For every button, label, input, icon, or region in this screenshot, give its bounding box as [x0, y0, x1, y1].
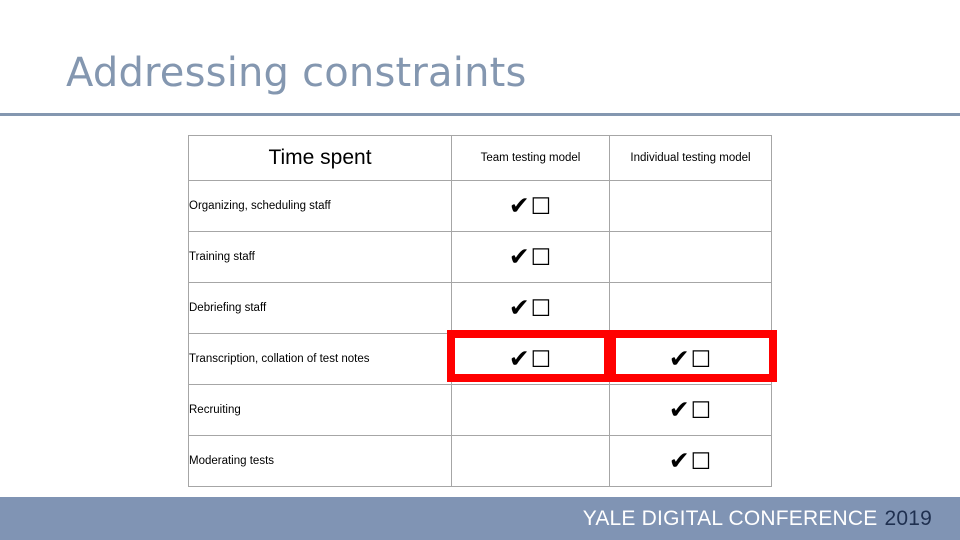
checkmark-cell-team: ✔☐	[451, 435, 610, 487]
checkmark-icon: ✔☐	[508, 191, 553, 220]
footer-band: YALE DIGITAL CONFERENCE 2019	[0, 497, 960, 540]
footer-text: YALE DIGITAL CONFERENCE 2019	[583, 507, 932, 531]
task-label-cell: Debriefing staff	[188, 282, 452, 334]
table-row: Training staff ✔☐ ✔☐	[188, 231, 772, 283]
checkmark-icon: ✔☐	[508, 242, 553, 271]
checkmark-cell-individual: ✔☐	[609, 180, 772, 232]
footer-conference-label: YALE DIGITAL CONFERENCE	[582, 506, 878, 530]
page-title: Addressing constraints	[66, 50, 527, 96]
checkmark-cell-individual: ✔☐	[609, 282, 772, 334]
column-header-time-spent: Time spent	[188, 135, 452, 181]
checkmark-cell-team: ✔☐	[451, 231, 610, 283]
checkmark-icon: ✔☐	[668, 395, 713, 424]
checkmark-icon: ✔☐	[508, 293, 553, 322]
table-row: Organizing, scheduling staff ✔☐ ✔☐	[188, 180, 772, 232]
checkmark-icon: ✔☐	[668, 344, 713, 373]
checkmark-cell-individual: ✔☐	[609, 384, 772, 436]
task-label-cell: Training staff	[188, 231, 452, 283]
table-row: Debriefing staff ✔☐ ✔☐	[188, 282, 772, 334]
table-row: Moderating tests✔☐✔☐	[188, 435, 772, 487]
checkmark-icon: ✔☐	[668, 446, 713, 475]
title-divider	[0, 113, 960, 116]
column-header-team-testing-model: Team testing model	[451, 135, 610, 181]
table-body: Organizing, scheduling staff✔☐✔☐Training…	[188, 180, 772, 487]
table-row: Recruiting✔☐✔☐	[188, 384, 772, 436]
checkmark-cell-individual: ✔☐	[609, 435, 772, 487]
table-header-row: Time spent Team testing model Individual…	[188, 135, 772, 181]
checkmark-cell-team: ✔☐	[451, 333, 610, 385]
checkmark-cell-team: ✔☐	[451, 384, 610, 436]
task-label-cell: Organizing, scheduling staff	[188, 180, 452, 232]
footer-year-label: 2019	[884, 506, 932, 530]
checkmark-icon: ✔☐	[508, 344, 553, 373]
checkmark-cell-individual: ✔☐	[609, 231, 772, 283]
task-label-cell: Transcription, collation of test notes	[188, 333, 452, 385]
task-label-cell: Moderating tests	[188, 435, 452, 487]
table-row: Transcription, collation of test notes ✔☐…	[188, 333, 772, 385]
checkmark-cell-team: ✔☐	[451, 282, 610, 334]
task-label-cell: Recruiting	[188, 384, 452, 436]
checkmark-cell-team: ✔☐	[451, 180, 610, 232]
column-header-individual-testing-model: Individual testing model	[609, 135, 772, 181]
checkmark-cell-individual: ✔☐	[609, 333, 772, 385]
time-spent-table: Time spent Team testing model Individual…	[188, 135, 772, 487]
